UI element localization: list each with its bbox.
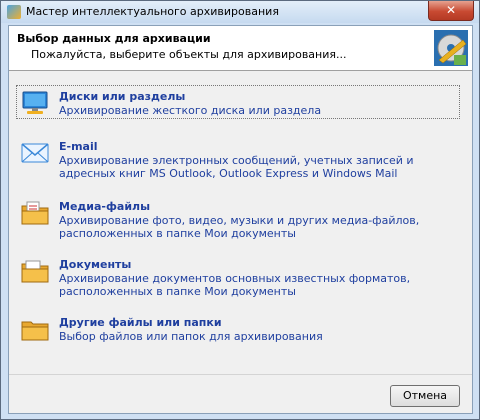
option-disks[interactable]: Диски или разделы Архивирование жесткого…: [16, 85, 460, 119]
media-folder-icon: [21, 201, 49, 225]
title-bar[interactable]: Мастер интеллектуального архивирования ✕: [1, 1, 479, 23]
option-email-title: E-mail: [59, 140, 98, 153]
option-disks-description: Архивирование жесткого диска или раздела: [59, 104, 322, 117]
close-button[interactable]: ✕: [428, 1, 474, 21]
app-icon: [7, 5, 21, 19]
monitor-icon: [22, 91, 48, 114]
folder-icon: [21, 321, 49, 341]
wizard-client: Выбор данных для архивации Пожалуйста, в…: [8, 25, 473, 414]
option-email[interactable]: E-mail Архивирование электронных сообщен…: [17, 136, 459, 180]
option-media-description: Архивирование фото, видео, музыки и друг…: [59, 214, 420, 240]
header-subtitle: Пожалуйста, выберите объекты для архивир…: [31, 48, 347, 61]
option-other-files[interactable]: Другие файлы или папки Выбор файлов или …: [17, 312, 459, 344]
header-title: Выбор данных для архивации: [17, 32, 211, 45]
option-media-title: Медиа-файлы: [59, 200, 151, 213]
documents-folder-icon: [21, 260, 49, 283]
footer-divider: [9, 374, 472, 375]
option-documents[interactable]: Документы Архивирование документов основ…: [17, 254, 459, 298]
window-title: Мастер интеллектуального архивирования: [26, 5, 279, 18]
option-other-files-title: Другие файлы или папки: [59, 316, 222, 329]
option-email-description: Архивирование электронных сообщений, уче…: [59, 154, 414, 180]
option-media[interactable]: Медиа-файлы Архивирование фото, видео, м…: [17, 196, 459, 240]
envelope-icon: [21, 143, 49, 163]
cancel-button[interactable]: Отмена: [390, 385, 460, 407]
archive-disc-icon: [434, 30, 468, 66]
option-other-files-description: Выбор файлов или папок для архивирования: [59, 330, 323, 343]
wizard-header: Выбор данных для архивации Пожалуйста, в…: [9, 26, 472, 71]
wizard-window: Мастер интеллектуального архивирования ✕…: [0, 0, 480, 420]
option-documents-title: Документы: [59, 258, 132, 271]
option-documents-description: Архивирование документов основных извест…: [59, 272, 411, 298]
option-disks-title: Диски или разделы: [59, 90, 186, 103]
